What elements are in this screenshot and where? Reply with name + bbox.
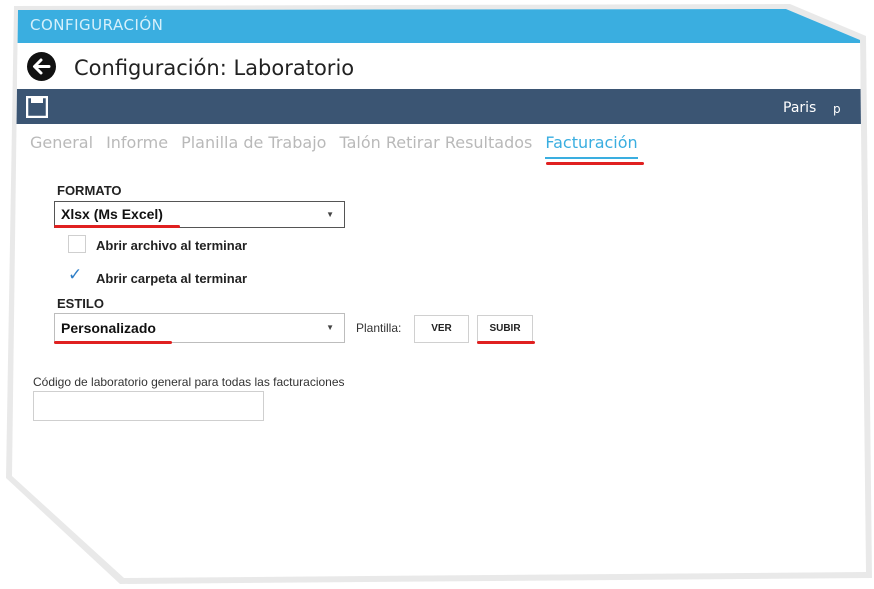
- formato-label: FORMATO: [57, 183, 122, 198]
- save-icon[interactable]: [26, 96, 48, 118]
- codigo-input[interactable]: [33, 391, 264, 421]
- back-button[interactable]: [27, 52, 56, 81]
- abrir-archivo-label: Abrir archivo al terminar: [96, 238, 247, 253]
- formato-select[interactable]: Xlsx (Ms Excel) ▼: [54, 201, 345, 228]
- annotation-underline-facturacion: [546, 162, 644, 165]
- abrir-archivo-checkbox[interactable]: [68, 235, 86, 253]
- user-initial[interactable]: p: [833, 102, 841, 116]
- check-icon: ✓: [68, 265, 83, 285]
- tab-bar: General Informe Planilla de Trabajo Taló…: [30, 133, 651, 159]
- formato-select-value: Xlsx (Ms Excel): [61, 206, 163, 222]
- abrir-carpeta-label: Abrir carpeta al terminar: [96, 271, 248, 286]
- page-title: Configuración: Laboratorio: [74, 56, 355, 80]
- tab-facturacion[interactable]: Facturación: [545, 133, 638, 159]
- app-window: CONFIGURACIÓN Configuración: Laboratorio…: [12, 9, 866, 578]
- estilo-label: ESTILO: [57, 296, 104, 311]
- arrow-left-icon: [33, 58, 51, 75]
- abrir-carpeta-checkbox[interactable]: ✓: [68, 265, 86, 286]
- chevron-down-icon: ▼: [326, 210, 334, 219]
- annotation-underline-estilo: [54, 341, 172, 344]
- chevron-down-icon: ▼: [326, 323, 334, 332]
- subir-button[interactable]: SUBIR: [477, 315, 533, 343]
- ver-button[interactable]: VER: [414, 315, 469, 343]
- user-name[interactable]: Paris: [783, 100, 816, 116]
- estilo-select[interactable]: Personalizado ▼: [54, 313, 345, 343]
- tab-informe[interactable]: Informe: [106, 133, 168, 159]
- annotation-underline-formato: [54, 225, 180, 228]
- plantilla-label: Plantilla:: [356, 321, 402, 335]
- tab-planilla-de-trabajo[interactable]: Planilla de Trabajo: [181, 133, 326, 159]
- tab-talon-retirar-resultados[interactable]: Talón Retirar Resultados: [339, 133, 532, 159]
- estilo-select-value: Personalizado: [61, 320, 156, 336]
- annotation-underline-subir: [477, 341, 535, 344]
- codigo-label: Código de laboratorio general para todas…: [33, 375, 345, 389]
- toolbar: [12, 89, 866, 124]
- window-title: CONFIGURACIÓN: [30, 16, 164, 34]
- tab-general[interactable]: General: [30, 133, 93, 159]
